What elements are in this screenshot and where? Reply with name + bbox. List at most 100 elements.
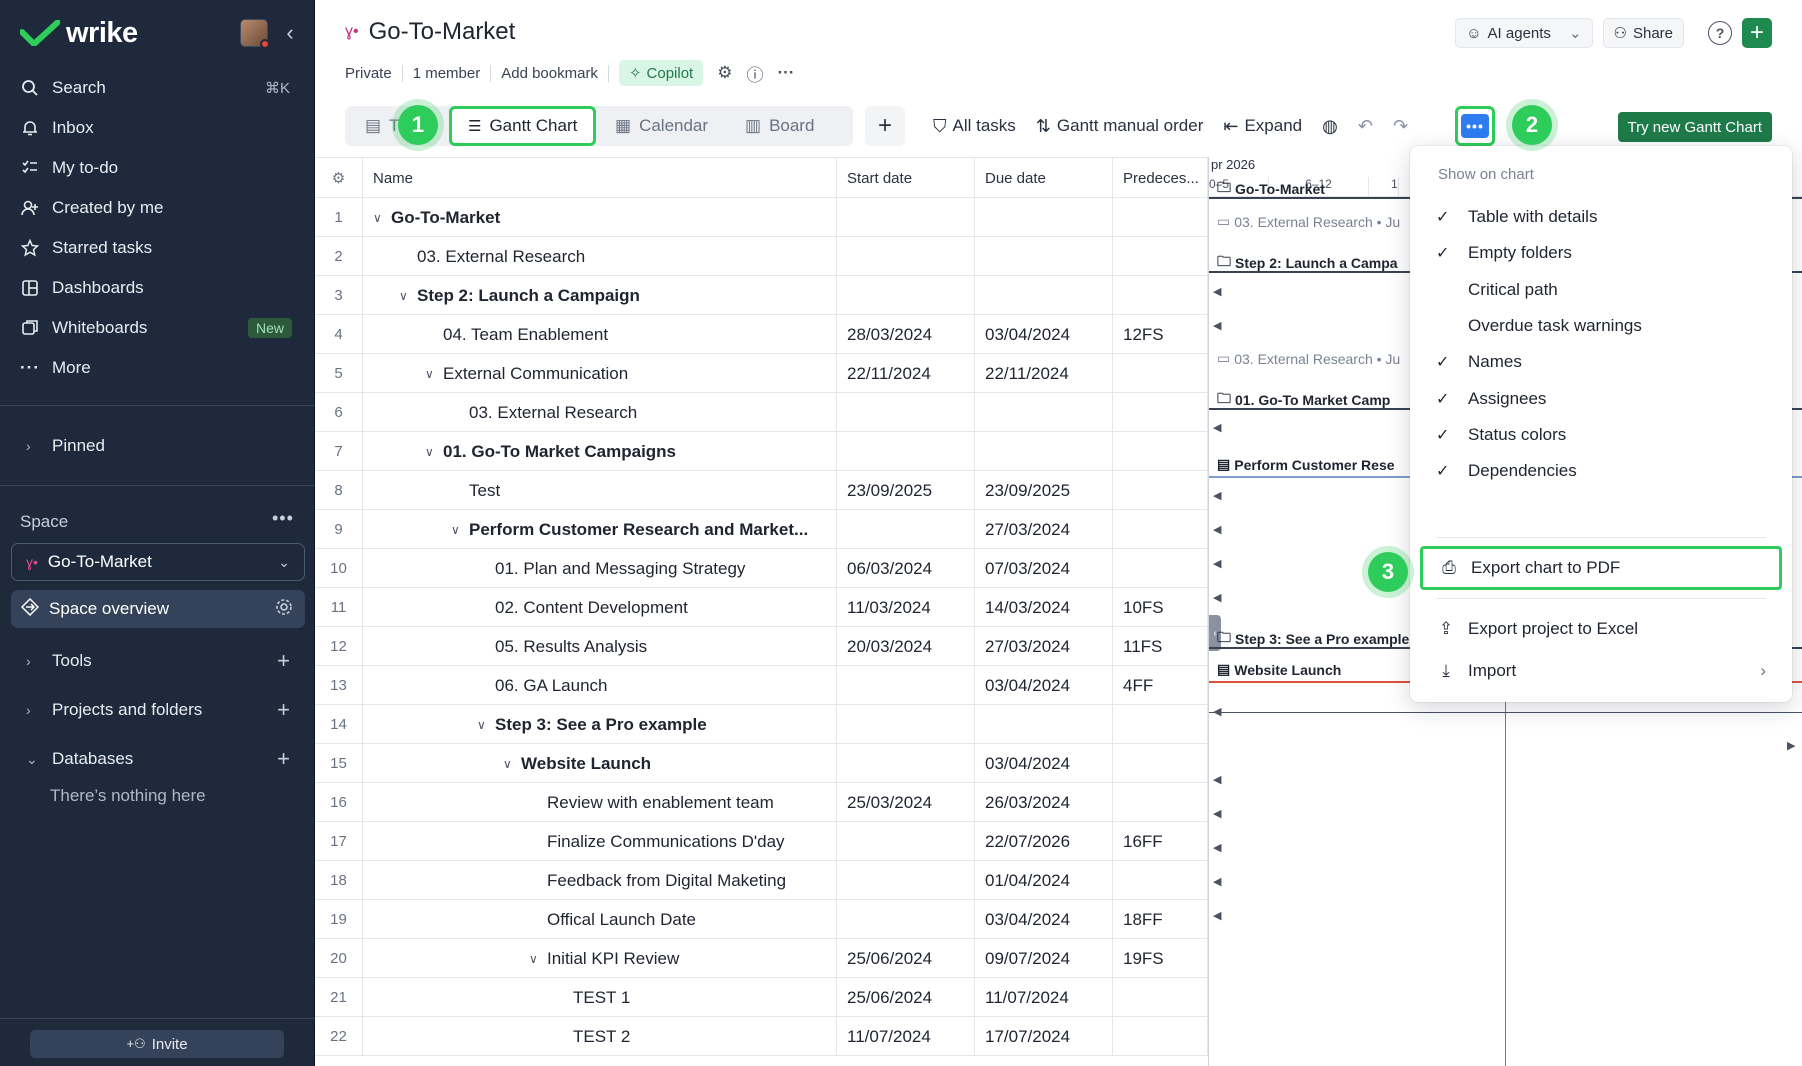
more-options-button[interactable]: •••	[1455, 106, 1495, 146]
gear-icon[interactable]	[275, 598, 293, 621]
task-name-cell[interactable]: 06. GA Launch	[363, 666, 837, 705]
task-name-cell[interactable]: TEST 2	[363, 1017, 837, 1056]
predecessors-cell[interactable]	[1113, 432, 1208, 471]
table-row[interactable]: 16 Review with enablement team 25/03/2024 2…	[315, 783, 1208, 822]
due-date-cell[interactable]: 07/03/2024	[975, 549, 1113, 588]
task-name-cell[interactable]: ∨ Website Launch	[363, 744, 837, 783]
wrike-logo[interactable]: wrike	[19, 16, 138, 50]
offscreen-left-arrow-icon[interactable]: ◀	[1213, 421, 1221, 434]
predecessors-cell[interactable]	[1113, 510, 1208, 549]
predecessors-cell[interactable]	[1113, 237, 1208, 276]
offscreen-left-arrow-icon[interactable]: ◀	[1213, 523, 1221, 536]
try-new-gantt-button[interactable]: Try new Gantt Chart	[1617, 112, 1772, 142]
user-avatar[interactable]	[240, 19, 270, 49]
task-name-cell[interactable]: Review with enablement team	[363, 783, 837, 822]
start-date-cell[interactable]: 20/03/2024	[837, 627, 975, 666]
gantt-label-external-research[interactable]: ▭ 03. External Research • Ju	[1217, 213, 1400, 230]
members-link[interactable]: 1 member	[403, 64, 492, 82]
start-date-cell[interactable]	[837, 822, 975, 861]
menu-option-table-with-details[interactable]: ✓ Table with details	[1420, 198, 1782, 236]
due-date-cell[interactable]: 27/03/2024	[975, 627, 1113, 666]
chevron-down-icon[interactable]: ∨	[373, 211, 391, 225]
predecessors-cell[interactable]	[1113, 783, 1208, 822]
task-name-cell[interactable]: ∨ 01. Go-To Market Campaigns	[363, 432, 837, 471]
add-project-icon[interactable]: +	[277, 697, 290, 723]
space-select[interactable]: ɣ• Go-To-Market ⌄	[11, 543, 305, 581]
offscreen-left-arrow-icon[interactable]: ◀	[1213, 807, 1221, 820]
task-name-cell[interactable]: ∨ Initial KPI Review	[363, 939, 837, 978]
due-date-cell[interactable]: 23/09/2025	[975, 471, 1113, 510]
due-date-cell[interactable]: 11/07/2024	[975, 978, 1113, 1017]
nav-whiteboards[interactable]: Whiteboards New	[12, 310, 302, 346]
due-date-cell[interactable]	[975, 393, 1113, 432]
table-row[interactable]: 1 ∨ Go-To-Market	[315, 198, 1208, 237]
due-date-cell[interactable]	[975, 432, 1113, 471]
offscreen-left-arrow-icon[interactable]: ◀	[1213, 557, 1221, 570]
add-database-icon[interactable]: +	[277, 746, 290, 772]
task-name-cell[interactable]: TEST 1	[363, 978, 837, 1017]
start-date-cell[interactable]	[837, 510, 975, 549]
chevron-down-icon[interactable]: ∨	[477, 718, 495, 732]
menu-option-status-colors[interactable]: ✓ Status colors	[1420, 416, 1782, 454]
offscreen-left-arrow-icon[interactable]: ◀	[1213, 319, 1221, 332]
menu-option-dependencies[interactable]: ✓ Dependencies	[1420, 452, 1782, 490]
table-row[interactable]: 19 Offical Launch Date 03/04/2024 18FF	[315, 900, 1208, 939]
task-name-cell[interactable]: 04. Team Enablement	[363, 315, 837, 354]
copilot-button[interactable]: ✧ Copilot	[618, 60, 704, 86]
table-row[interactable]: 6 03. External Research	[315, 393, 1208, 432]
table-row[interactable]: 3 ∨ Step 2: Launch a Campaign	[315, 276, 1208, 315]
gantt-label-customer-research[interactable]: ▤ Perform Customer Rese	[1217, 456, 1395, 473]
invite-button[interactable]: +⚇ Invite	[30, 1030, 284, 1058]
start-date-cell[interactable]	[837, 237, 975, 276]
predecessors-cell[interactable]	[1113, 471, 1208, 510]
add-tool-icon[interactable]: +	[277, 648, 290, 674]
column-header-due-date[interactable]: Due date	[975, 158, 1113, 198]
table-settings-icon[interactable]: ⚙	[315, 158, 363, 198]
ellipsis-icon[interactable]: ···	[777, 63, 794, 83]
menu-option-names[interactable]: ✓ Names	[1420, 343, 1782, 381]
import-item[interactable]: ⤓ Import ›	[1420, 652, 1782, 690]
gantt-label-website-launch[interactable]: ▤ Website Launch	[1217, 661, 1341, 678]
task-name-cell[interactable]: 03. External Research	[363, 237, 837, 276]
project-title-text[interactable]: Go-To-Market	[369, 18, 516, 46]
offscreen-left-arrow-icon[interactable]: ◀	[1213, 285, 1221, 298]
start-date-cell[interactable]: 11/07/2024	[837, 1017, 975, 1056]
due-date-cell[interactable]: 17/07/2024	[975, 1017, 1113, 1056]
menu-option-assignees[interactable]: ✓ Assignees	[1420, 380, 1782, 418]
table-row[interactable]: 9 ∨ Perform Customer Research and Market..…	[315, 510, 1208, 549]
menu-option-overdue-task-warnings[interactable]: Overdue task warnings	[1420, 307, 1782, 345]
table-row[interactable]: 20 ∨ Initial KPI Review 25/06/2024 09/07/202…	[315, 939, 1208, 978]
nav-created-by-me[interactable]: Created by me	[12, 190, 302, 226]
start-date-cell[interactable]: 11/03/2024	[837, 588, 975, 627]
due-date-cell[interactable]	[975, 198, 1113, 237]
predecessors-cell[interactable]	[1113, 393, 1208, 432]
predecessors-cell[interactable]	[1113, 978, 1208, 1017]
column-header-name[interactable]: Name	[363, 158, 837, 198]
sort-order-button[interactable]: ⇅ Gantt manual order	[1036, 116, 1204, 137]
start-date-cell[interactable]	[837, 705, 975, 744]
offscreen-left-arrow-icon[interactable]: ◀	[1213, 875, 1221, 888]
predecessors-cell[interactable]	[1113, 549, 1208, 588]
space-more-icon[interactable]: •••	[272, 508, 294, 529]
due-date-cell[interactable]: 03/04/2024	[975, 900, 1113, 939]
ai-agents-button[interactable]: ☺ AI agents ⌄	[1455, 18, 1593, 48]
create-new-button[interactable]: +	[1742, 18, 1772, 48]
predecessors-cell[interactable]: 16FF	[1113, 822, 1208, 861]
due-date-cell[interactable]: 03/04/2024	[975, 744, 1113, 783]
table-row[interactable]: 15 ∨ Website Launch 03/04/2024	[315, 744, 1208, 783]
globe-icon[interactable]: ◍	[1322, 116, 1338, 137]
start-date-cell[interactable]	[837, 198, 975, 237]
start-date-cell[interactable]: 06/03/2024	[837, 549, 975, 588]
task-name-cell[interactable]: ∨ Perform Customer Research and Market...	[363, 510, 837, 549]
task-name-cell[interactable]: Test	[363, 471, 837, 510]
predecessors-cell[interactable]: 18FF	[1113, 900, 1208, 939]
column-header-predecessors[interactable]: Predeces...	[1113, 158, 1208, 198]
due-date-cell[interactable]: 01/04/2024	[975, 861, 1113, 900]
start-date-cell[interactable]: 25/06/2024	[837, 939, 975, 978]
nav-dashboards[interactable]: Dashboards	[12, 270, 302, 306]
add-bookmark-link[interactable]: Add bookmark	[491, 64, 609, 82]
task-name-cell[interactable]: Feedback from Digital Maketing	[363, 861, 837, 900]
due-date-cell[interactable]	[975, 276, 1113, 315]
info-icon[interactable]: ⓘ	[746, 61, 763, 86]
offscreen-left-arrow-icon[interactable]: ◀	[1213, 773, 1221, 786]
